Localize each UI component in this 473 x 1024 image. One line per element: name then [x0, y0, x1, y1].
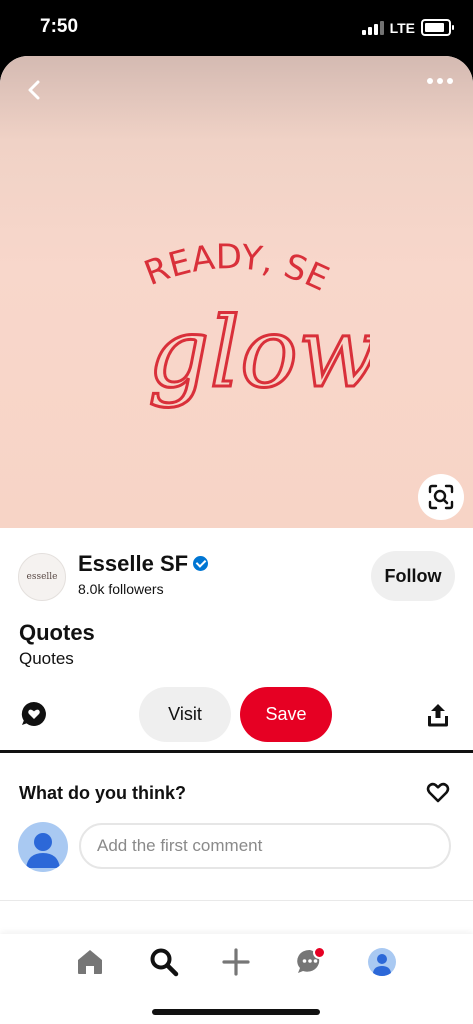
follow-button[interactable]: Follow — [371, 551, 455, 601]
follower-count: 8.0k followers — [78, 581, 164, 597]
more-options-icon[interactable] — [427, 78, 453, 84]
avatar-icon — [368, 948, 396, 976]
user-silhouette-icon — [26, 833, 60, 868]
comments-divider — [0, 900, 473, 901]
ready-set-glow-artwork: READY, SET glow — [110, 196, 370, 411]
tab-search[interactable] — [146, 944, 182, 980]
pin-image[interactable]: READY, SET glow — [0, 56, 473, 528]
notification-dot — [313, 946, 326, 959]
home-indicator — [152, 1009, 320, 1015]
heart-icon[interactable] — [426, 781, 450, 803]
back-button[interactable] — [20, 74, 48, 106]
pin-sheet: READY, SET glow esselle Esselle SF 8.0k … — [0, 56, 473, 1024]
visit-button[interactable]: Visit — [139, 687, 231, 742]
creator-avatar-logo: esselle — [26, 572, 58, 582]
lens-search-icon — [428, 484, 454, 510]
chevron-left-icon — [28, 80, 40, 100]
search-icon — [150, 948, 179, 977]
comment-bubble-icon[interactable] — [20, 700, 48, 728]
signal-icon — [361, 20, 384, 35]
plus-icon — [222, 948, 250, 976]
status-icons: LTE — [361, 19, 454, 36]
battery-icon — [421, 19, 454, 36]
pin-description: Quotes — [19, 649, 74, 668]
comments-heading: What do you think? — [19, 783, 186, 803]
artwork-line2: glow — [148, 297, 370, 409]
pin-title: Quotes — [19, 620, 95, 645]
creator-avatar[interactable]: esselle — [18, 553, 66, 601]
share-icon[interactable] — [426, 702, 450, 728]
tab-create[interactable] — [218, 944, 254, 980]
tab-profile[interactable] — [364, 944, 400, 980]
user-avatar — [18, 822, 68, 872]
tab-home[interactable] — [72, 944, 108, 980]
comment-input[interactable] — [79, 823, 451, 869]
home-icon — [78, 950, 102, 974]
tab-messages[interactable] — [292, 944, 328, 980]
creator-row: esselle Esselle SF 8.0k followers Follow — [18, 551, 455, 607]
creator-name: Esselle SF — [78, 551, 189, 576]
pin-actions: Visit Save — [0, 686, 473, 744]
creator-name-line[interactable]: Esselle SF — [78, 551, 209, 577]
verified-badge-icon — [193, 555, 209, 571]
network-label: LTE — [389, 19, 415, 36]
save-button[interactable]: Save — [240, 687, 332, 742]
section-divider — [0, 750, 473, 753]
artwork-line1: READY, SET — [110, 196, 335, 300]
status-time: 7:50 — [40, 16, 79, 37]
status-bar: 7:50 LTE — [0, 0, 473, 56]
visual-search-button[interactable] — [418, 474, 464, 520]
